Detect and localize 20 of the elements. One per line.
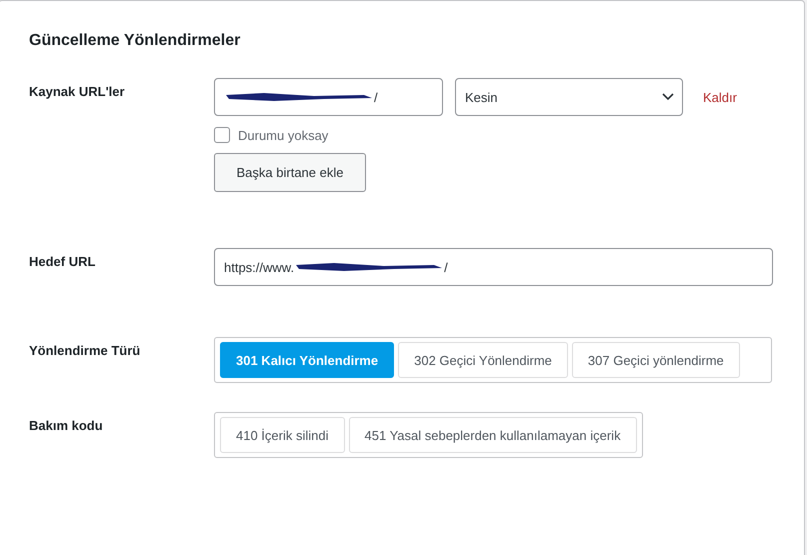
url-input-field[interactable]: / [214,78,443,116]
field-label: Bakım kodu [29,417,104,433]
option-button[interactable]: 410 İçerik silindi [220,417,344,453]
option-button[interactable]: 451 Yasal sebeplerden kullanılamayan içerik [348,417,637,453]
chevron-icon [662,93,674,101]
match-select[interactable]: Kesin [455,78,683,116]
checkbox[interactable] [214,127,230,143]
url-text: / [444,260,448,274]
option-button[interactable]: 302 Geçici Yönlendirme [398,342,568,378]
url-text: https://www. [224,260,294,274]
option-button[interactable]: 307 Geçici yönlendirme [572,342,740,378]
add-another-button[interactable]: Başka birtane ekle [214,153,366,192]
section-title: Güncelleme Yönlendirmeler [29,32,242,50]
checkbox-label: Durumu yoksay [238,128,328,142]
field-label: Hedef URL [29,253,96,269]
field-label: Yönlendirme Türü [29,342,142,358]
url-input-field[interactable]: https://www. / [214,248,773,286]
remove-link[interactable]: Kaldır [703,90,737,104]
field-label: Kaynak URL'ler [29,83,126,99]
url-text: / [374,90,378,104]
